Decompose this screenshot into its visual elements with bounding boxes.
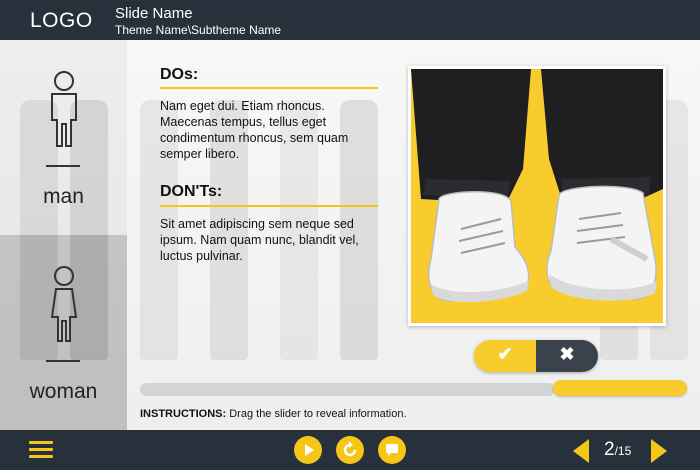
divider — [46, 360, 80, 362]
sneakers-photo — [408, 66, 666, 326]
slider-track[interactable] — [140, 383, 555, 396]
answer-buttons: ✔ ✖ — [474, 340, 598, 372]
sidebar: man woman — [0, 40, 127, 430]
donts-text: Sit amet adipiscing sem neque sed ipsum.… — [160, 217, 359, 263]
cross-icon: ✖ — [559, 344, 575, 364]
replay-icon — [343, 441, 357, 457]
sidebar-item-label: man — [43, 185, 84, 208]
sneakers-illustration — [411, 69, 663, 303]
instructions-label: INSTRUCTIONS: — [140, 408, 227, 420]
correct-button[interactable]: ✔ — [474, 340, 536, 372]
play-button[interactable] — [294, 436, 322, 464]
dos-underline — [160, 87, 378, 89]
incorrect-button[interactable]: ✖ — [536, 340, 598, 372]
next-arrow-icon[interactable] — [649, 438, 669, 464]
dos-text: Nam eget dui. Etiam rhoncus. Maecenas te… — [160, 99, 349, 161]
dos-title: DOs: — [160, 66, 199, 83]
comment-button[interactable] — [378, 436, 406, 464]
sidebar-item-man[interactable]: man — [0, 40, 127, 235]
donts-underline — [160, 205, 378, 207]
page-indicator: 2/15 — [604, 439, 631, 461]
menu-icon[interactable] — [29, 441, 53, 459]
sidebar-item-woman[interactable]: woman — [0, 235, 127, 430]
theme-name: Theme Name\Subtheme Name — [115, 23, 282, 37]
sidebar-item-label: woman — [29, 380, 98, 403]
top-bar: LOGO Slide Name Theme Name\Subtheme Name — [0, 0, 700, 40]
instructions: INSTRUCTIONS: Drag the slider to reveal … — [140, 408, 407, 420]
divider — [46, 165, 80, 167]
logo: LOGO — [30, 9, 93, 32]
page-current: 2 — [604, 439, 615, 460]
donts-title: DON'Ts: — [160, 183, 223, 200]
slide-name: Slide Name — [115, 5, 193, 22]
checkmark-icon: ✔ — [497, 344, 513, 364]
replay-button[interactable] — [336, 436, 364, 464]
page-total: /15 — [614, 444, 632, 458]
bottom-bar: 2/15 — [0, 430, 700, 470]
speech-bubble-icon — [386, 444, 398, 456]
play-icon — [305, 444, 314, 456]
woman-icon — [50, 266, 78, 342]
man-icon — [51, 71, 77, 147]
previous-arrow-icon[interactable] — [571, 438, 591, 464]
instructions-text: Drag the slider to reveal information. — [229, 408, 407, 420]
slider-handle[interactable] — [553, 380, 687, 396]
